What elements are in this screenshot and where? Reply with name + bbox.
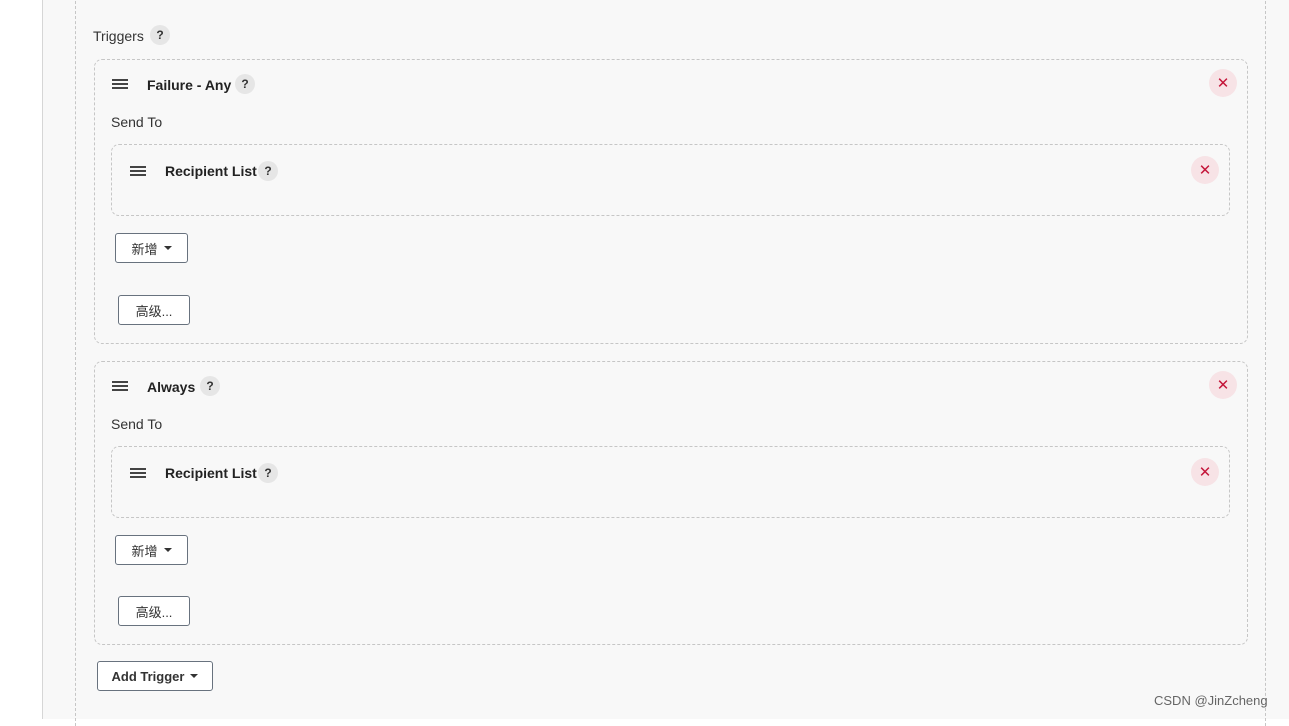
- recipient-list-card: [111, 144, 1230, 216]
- recipient-help-icon[interactable]: ?: [258, 463, 278, 483]
- delete-trigger-button[interactable]: ✕: [1209, 371, 1237, 399]
- caret-down-icon: [163, 246, 172, 250]
- advanced-button[interactable]: 高级...: [118, 295, 190, 325]
- recipient-list-card: [111, 446, 1230, 518]
- drag-handle-icon[interactable]: [130, 166, 146, 178]
- add-button-label: 新增: [131, 241, 158, 257]
- send-to-label: Send To: [111, 416, 163, 432]
- trigger-help-icon[interactable]: ?: [235, 74, 255, 94]
- trigger-title: Failure - Any: [147, 77, 232, 93]
- triggers-help-icon[interactable]: ?: [150, 25, 170, 45]
- trigger-title: Always: [147, 379, 196, 395]
- trigger-help-icon[interactable]: ?: [200, 376, 220, 396]
- triggers-label: Triggers: [93, 28, 144, 44]
- caret-down-icon: [163, 548, 172, 552]
- recipient-list-title: Recipient List: [165, 465, 257, 481]
- watermark: CSDN @JinZcheng: [1154, 693, 1268, 708]
- recipient-list-title: Recipient List: [165, 163, 257, 179]
- caret-down-icon: [190, 674, 199, 678]
- add-trigger-label: Add Trigger: [111, 668, 185, 684]
- recipient-help-icon[interactable]: ?: [258, 161, 278, 181]
- advanced-button[interactable]: 高级...: [118, 596, 190, 626]
- delete-recipient-button[interactable]: ✕: [1191, 156, 1219, 184]
- delete-trigger-button[interactable]: ✕: [1209, 69, 1237, 97]
- add-recipient-button[interactable]: 新增: [115, 233, 188, 263]
- send-to-label: Send To: [111, 114, 163, 130]
- delete-recipient-button[interactable]: ✕: [1191, 458, 1219, 486]
- drag-handle-icon[interactable]: [130, 468, 146, 480]
- add-trigger-button[interactable]: Add Trigger: [97, 661, 213, 691]
- add-recipient-button[interactable]: 新增: [115, 535, 188, 565]
- drag-handle-icon[interactable]: [112, 381, 128, 393]
- add-button-label: 新增: [131, 543, 158, 559]
- drag-handle-icon[interactable]: [112, 79, 128, 91]
